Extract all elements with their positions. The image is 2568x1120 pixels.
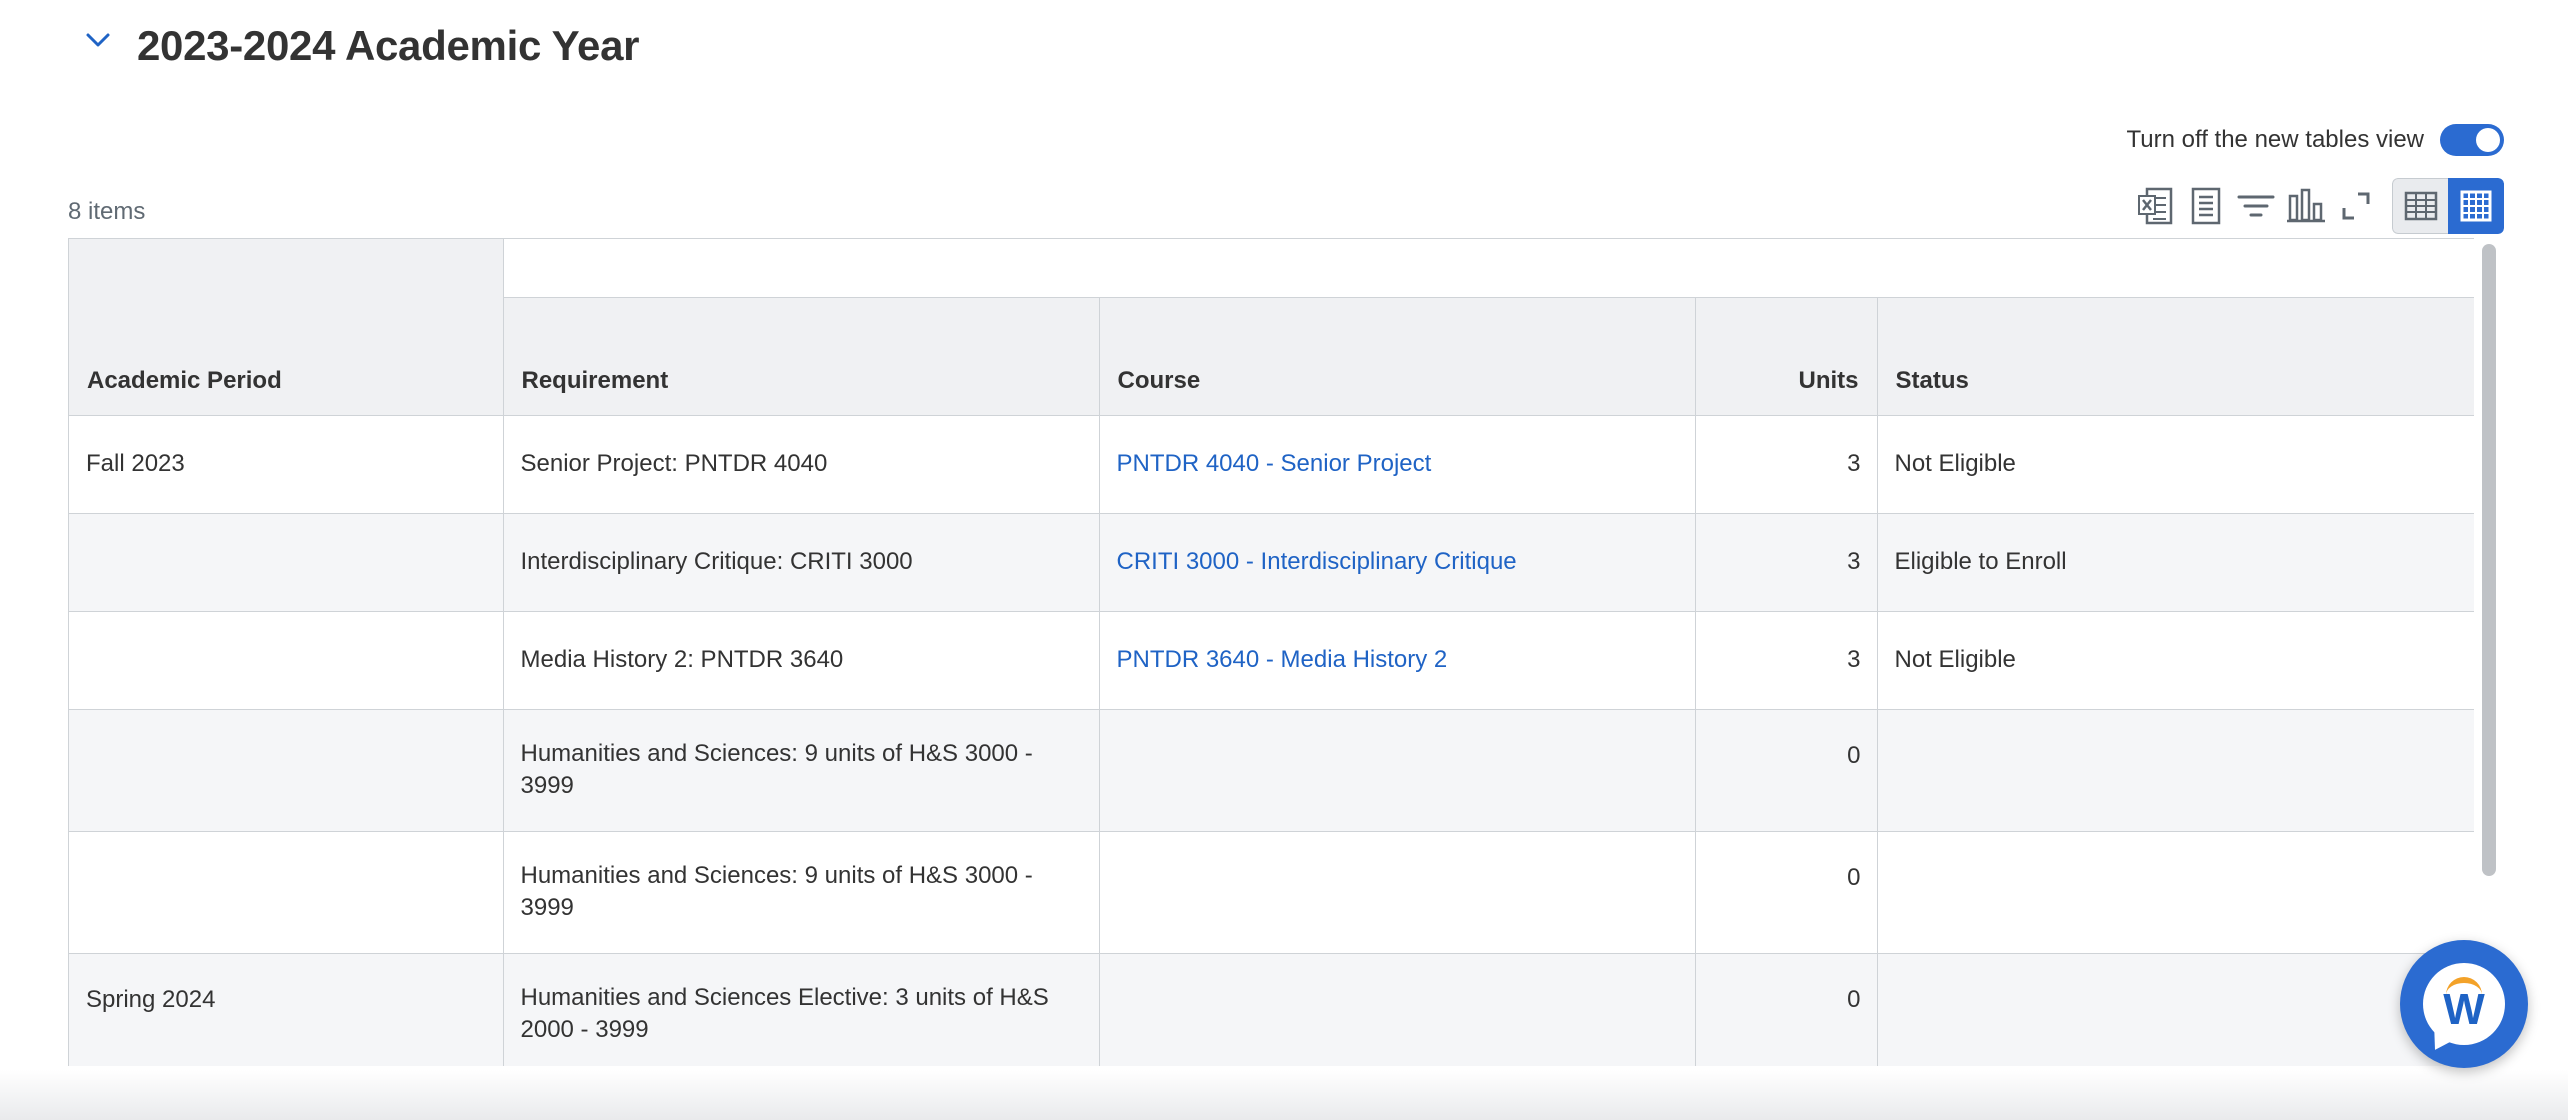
table-view-icon[interactable] bbox=[2392, 178, 2448, 234]
requirements-table: Academic Period Requirement Course Units… bbox=[68, 238, 2474, 1066]
filter-icon[interactable] bbox=[2234, 184, 2278, 228]
assistant-logo: W bbox=[2423, 963, 2505, 1045]
course-link[interactable]: PNTDR 3640 - Media History 2 bbox=[1117, 646, 1448, 673]
assistant-letter: W bbox=[2443, 985, 2485, 1034]
cell-status: Not Eligible bbox=[1877, 611, 2474, 710]
cell-period bbox=[69, 709, 504, 832]
view-switcher bbox=[2392, 178, 2504, 234]
cell-units: 3 bbox=[1695, 415, 1878, 514]
table-row: Interdisciplinary Critique: CRITI 3000 C… bbox=[69, 513, 2474, 612]
tables-view-toggle-row: Turn off the new tables view bbox=[2126, 124, 2504, 156]
column-group-header bbox=[503, 239, 2474, 298]
cell-units: 0 bbox=[1695, 953, 1878, 1066]
cell-status bbox=[1877, 831, 2474, 954]
table-row: Fall 2023 Senior Project: PNTDR 4040 PNT… bbox=[69, 415, 2474, 514]
cell-course: PNTDR 3640 - Media History 2 bbox=[1099, 611, 1696, 710]
collapse-chevron-icon[interactable] bbox=[84, 26, 112, 54]
cell-course bbox=[1099, 709, 1696, 832]
cell-units: 3 bbox=[1695, 611, 1878, 710]
table-row: Spring 2024 Humanities and Sciences Elec… bbox=[69, 953, 2474, 1066]
column-header-status[interactable]: Status bbox=[1877, 297, 2474, 416]
cell-status: Not Eligible bbox=[1877, 415, 2474, 514]
new-tables-view-toggle[interactable] bbox=[2440, 124, 2504, 156]
cell-status bbox=[1877, 709, 2474, 832]
table-row: Humanities and Sciences: 9 units of H&S … bbox=[69, 831, 2474, 954]
grid-view-icon[interactable] bbox=[2448, 178, 2504, 234]
cell-requirement: Media History 2: PNTDR 3640 bbox=[503, 611, 1100, 710]
course-link[interactable]: PNTDR 4040 - Senior Project bbox=[1117, 450, 1432, 477]
table-row: Humanities and Sciences: 9 units of H&S … bbox=[69, 709, 2474, 832]
table-toolbar bbox=[2128, 178, 2504, 234]
cell-period bbox=[69, 831, 504, 954]
column-header-course[interactable]: Course bbox=[1099, 297, 1696, 416]
toggle-label: Turn off the new tables view bbox=[2126, 126, 2425, 153]
cell-status: Eligible to Enroll bbox=[1877, 513, 2474, 612]
bottom-shadow bbox=[0, 1070, 2568, 1120]
table-scrollbar[interactable] bbox=[2482, 244, 2496, 876]
cell-course bbox=[1099, 953, 1696, 1066]
export-pdf-icon[interactable] bbox=[2184, 184, 2228, 228]
column-header-units[interactable]: Units bbox=[1695, 297, 1878, 416]
cell-period bbox=[69, 513, 504, 612]
cell-units: 3 bbox=[1695, 513, 1878, 612]
export-excel-icon[interactable] bbox=[2134, 184, 2178, 228]
table-row: Media History 2: PNTDR 3640 PNTDR 3640 -… bbox=[69, 611, 2474, 710]
cell-requirement: Humanities and Sciences Elective: 3 unit… bbox=[503, 953, 1100, 1066]
cell-course: PNTDR 4040 - Senior Project bbox=[1099, 415, 1696, 514]
course-link[interactable]: CRITI 3000 - Interdisciplinary Critique bbox=[1117, 548, 1517, 575]
item-count: 8 items bbox=[68, 198, 146, 225]
cell-status bbox=[1877, 953, 2474, 1066]
section-title: 2023-2024 Academic Year bbox=[137, 22, 640, 69]
fullscreen-icon[interactable] bbox=[2334, 184, 2378, 228]
chart-icon[interactable] bbox=[2284, 184, 2328, 228]
cell-requirement: Humanities and Sciences: 9 units of H&S … bbox=[503, 709, 1100, 832]
cell-course bbox=[1099, 831, 1696, 954]
cell-period bbox=[69, 611, 504, 710]
cell-requirement: Interdisciplinary Critique: CRITI 3000 bbox=[503, 513, 1100, 612]
cell-requirement: Senior Project: PNTDR 4040 bbox=[503, 415, 1100, 514]
toggle-knob bbox=[2476, 128, 2500, 152]
cell-units: 0 bbox=[1695, 831, 1878, 954]
column-header-requirement[interactable]: Requirement bbox=[503, 297, 1100, 416]
workday-assistant-button[interactable]: W bbox=[2400, 940, 2528, 1068]
cell-requirement: Humanities and Sciences: 9 units of H&S … bbox=[503, 831, 1100, 954]
column-header-academic-period[interactable]: Academic Period bbox=[69, 239, 504, 416]
cell-units: 0 bbox=[1695, 709, 1878, 832]
cell-course: CRITI 3000 - Interdisciplinary Critique bbox=[1099, 513, 1696, 612]
cell-period: Fall 2023 bbox=[69, 415, 504, 514]
cell-period: Spring 2024 bbox=[69, 953, 504, 1066]
